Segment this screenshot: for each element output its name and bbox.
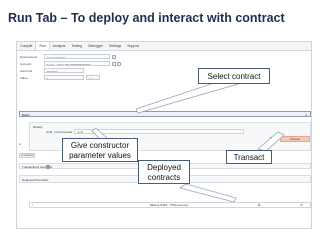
copy-account-icon[interactable] <box>117 61 121 66</box>
chevron-down-icon: ▾ <box>305 112 307 117</box>
constructor-param-input[interactable]: uint8 <box>74 129 244 134</box>
contract-select[interactable]: Ballot ▾ <box>19 111 311 117</box>
trash-icon[interactable]: ✕ <box>300 203 303 207</box>
deployed-contract-instance[interactable]: › Ballot at 0x692...77b3a (memory) ⧉ ✕ <box>29 202 311 208</box>
slide-title: Run Tab – To deploy and interact with co… <box>8 11 285 25</box>
copy-icon[interactable]: ⧉ <box>270 136 275 141</box>
callout-select-contract: Select contract <box>198 68 270 84</box>
deployed-contract-name: Ballot at 0x692...77b3a (memory) <box>150 203 189 207</box>
gas-limit-input[interactable]: 3000000 <box>44 68 84 74</box>
tab-settings[interactable]: Settings <box>106 42 124 50</box>
transactions-count-badge <box>46 165 50 169</box>
account-row: Account 0xca3...a733c (99.9999999999999) <box>20 61 121 67</box>
account-label: Account <box>20 61 32 66</box>
at-address-button[interactable]: At Address <box>19 153 35 158</box>
contract-select-value: Ballot <box>22 112 30 117</box>
transact-button[interactable]: transact <box>280 135 310 142</box>
constructor-param-label: uint8 _numProposals <box>46 130 73 134</box>
chevron-right-icon[interactable]: › <box>32 203 33 207</box>
tab-run[interactable]: Run <box>35 42 50 50</box>
value-label: Value <box>20 75 28 80</box>
callout-deployed-contracts: Deployed contracts <box>138 160 190 184</box>
tab-compile[interactable]: Compile <box>17 42 35 50</box>
add-account-icon[interactable] <box>111 61 116 66</box>
tab-analysis[interactable]: Analysis <box>50 42 69 50</box>
deployed-contracts-label: Deployed Contracts <box>22 178 49 182</box>
value-unit-select[interactable]: wei <box>86 75 100 81</box>
info-icon[interactable] <box>111 54 116 59</box>
tab-testing[interactable]: Testing <box>68 42 85 50</box>
callout-constructor-params: Give constructor parameter values <box>62 138 138 162</box>
gas-limit-label: Gas limit <box>20 68 33 73</box>
environment-select[interactable]: JavaScript VM <box>44 54 110 60</box>
environment-label: Environment <box>20 54 38 59</box>
copy-address-icon[interactable]: ⧉ <box>258 203 260 207</box>
deploy-header: Deploy <box>33 124 43 129</box>
gas-limit-row: Gas limit 3000000 <box>20 68 84 74</box>
tab-support[interactable]: Support <box>124 42 142 50</box>
or-label: or <box>19 143 22 146</box>
tab-debugger[interactable]: Debugger <box>85 42 106 50</box>
environment-row: Environment JavaScript VM <box>20 54 116 60</box>
callout-transact: Transact <box>226 150 272 164</box>
account-select[interactable]: 0xca3...a733c (99.9999999999999) <box>44 61 110 67</box>
value-input[interactable]: 0 <box>44 75 84 81</box>
menu-bar: Compile Run Analysis Testing Debugger Se… <box>17 42 311 51</box>
value-row: Value 0 wei <box>20 75 100 81</box>
